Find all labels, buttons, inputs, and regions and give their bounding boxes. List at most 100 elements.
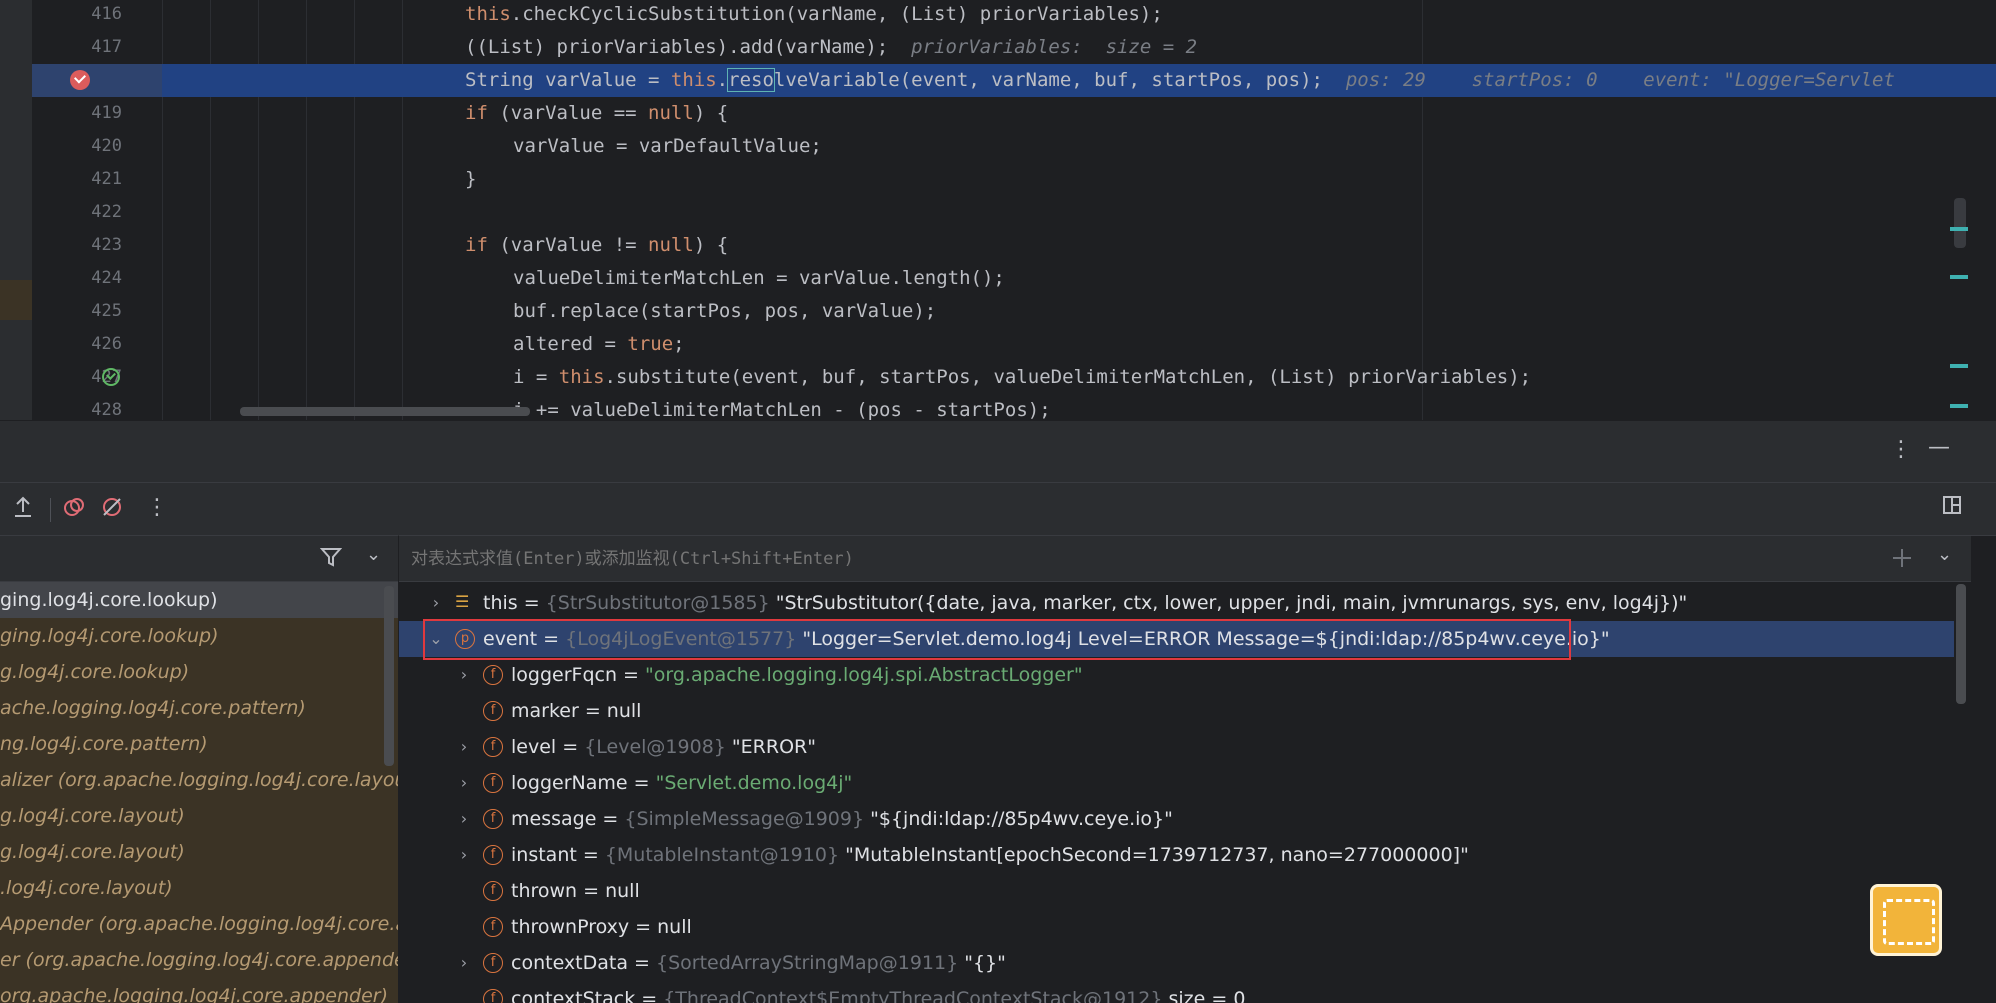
expand-arrow-icon[interactable]: › [457, 729, 471, 765]
code-keyword: this [670, 69, 717, 91]
code-area[interactable]: this.checkCyclicSubstitution(varName, (L… [162, 0, 1996, 420]
expand-arrow-icon[interactable]: › [457, 765, 471, 801]
expand-arrow-icon[interactable]: › [457, 657, 471, 693]
evaluate-expression-input[interactable] [409, 536, 1813, 583]
gutter-line[interactable]: 427 [32, 361, 162, 394]
filter-icon[interactable] [319, 546, 343, 572]
chevron-down-icon[interactable]: ⌄ [1937, 544, 1952, 565]
code-line[interactable]: buf.replace(startPos, pos, varValue); [162, 295, 1996, 328]
stack-frame-item[interactable]: ging.log4j.core.lookup) [0, 582, 398, 618]
code-line[interactable]: this.checkCyclicSubstitution(varName, (L… [162, 0, 1996, 31]
stack-frame-item[interactable]: ging.log4j.core.lookup) [0, 618, 398, 654]
code-line[interactable]: if (varValue == null) { [162, 97, 1996, 130]
stack-frame-label: org.apache.logging.log4j.core.appender) [0, 985, 388, 1003]
stack-frame-item[interactable]: g.log4j.core.lookup) [0, 654, 398, 690]
code-line[interactable]: if (varValue != null) { [162, 229, 1996, 262]
code-keyword: this [465, 3, 511, 25]
variable-row[interactable]: f thrownProxy = null [399, 909, 1954, 945]
variable-row[interactable]: › f instant = {MutableInstant@1910} "Mutab… [399, 837, 1954, 873]
variable-row[interactable]: › f level = {Level@1908} "ERROR" [399, 729, 1954, 765]
gutter-line[interactable]: 416 [32, 0, 162, 31]
code-editor[interactable]: 416 417 419 420 421 422 423 424 425 426 427 428 thi… [0, 0, 1996, 420]
code-line[interactable]: } [162, 163, 1996, 196]
panel-options-icon[interactable]: ⋮ [1890, 437, 1912, 462]
variable-row[interactable]: f marker = null [399, 693, 1954, 729]
breakpoint-icon[interactable] [70, 70, 90, 90]
variable-row[interactable]: › f message = {SimpleMessage@1909} "${jndi… [399, 801, 1954, 837]
code-line[interactable]: i = this.substitute(event, buf, startPos… [162, 361, 1996, 394]
variable-row[interactable]: › ☰ this = {StrSubstitutor@1585} "StrSubst… [399, 585, 1954, 621]
current-execution-line[interactable]: String varValue = this.resolveVariable(e… [162, 64, 1996, 97]
change-marker[interactable] [1950, 275, 1968, 279]
line-number-gutter[interactable]: 416 417 419 420 421 422 423 424 425 426 427 428 [32, 0, 162, 420]
variable-type: {Level@1908} [584, 736, 726, 758]
code-token: String varValue = [465, 69, 671, 91]
gutter-line[interactable]: 421 [32, 163, 162, 196]
left-strip-highlight [0, 280, 32, 320]
code-line[interactable]: altered = true; [162, 328, 1996, 361]
gutter-line[interactable]: 424 [32, 262, 162, 295]
variable-row[interactable]: f contextStack = {ThreadContext$EmptyThre… [399, 981, 1954, 1003]
export-icon[interactable] [12, 495, 34, 525]
stack-frame-item[interactable]: g.log4j.core.layout) [0, 834, 398, 870]
expand-arrow-icon[interactable]: › [429, 585, 443, 621]
stack-frame-label: ging.log4j.core.lookup) [0, 589, 218, 611]
code-line[interactable] [162, 196, 1996, 229]
variable-row[interactable]: › f loggerName = "Servlet.demo.log4j" [399, 765, 1954, 801]
stack-frame-item[interactable]: org.apache.logging.log4j.core.appender) [0, 978, 398, 1003]
variable-row[interactable]: ⌄ p event = {Log4jLogEvent@1577} "Logger=S… [399, 621, 1954, 657]
variable-row[interactable]: › f loggerFqcn = "org.apache.logging.log4j… [399, 657, 1954, 693]
equals-sign: = [617, 664, 646, 686]
code-token: buf.replace(startPos, pos, varValue); [513, 300, 937, 322]
stack-frame-item[interactable]: g.log4j.core.layout) [0, 798, 398, 834]
chevron-down-icon[interactable]: ⌄ [366, 544, 381, 565]
gutter-line[interactable] [32, 64, 162, 97]
code-line[interactable]: ((List) priorVariables).add(varName); pr… [162, 31, 1996, 64]
equals-sign: = [629, 916, 658, 938]
variable-row[interactable]: › f contextData = {SortedArrayStringMap@19… [399, 945, 1954, 981]
stack-frame-label: g.log4j.core.layout) [0, 841, 185, 863]
change-marker[interactable] [1950, 404, 1968, 408]
equals-sign: = [577, 880, 606, 902]
line-number: 428 [91, 400, 122, 420]
change-marker[interactable] [1950, 364, 1968, 368]
stack-frame-label: g.log4j.core.layout) [0, 805, 185, 827]
gutter-line[interactable]: 425 [32, 295, 162, 328]
editor-vertical-scrollbar[interactable] [1954, 198, 1966, 248]
stack-frame-label: ache.logging.log4j.core.pattern) [0, 697, 306, 719]
editor-horizontal-scrollbar[interactable] [240, 407, 530, 416]
layout-icon[interactable] [1942, 495, 1962, 521]
stack-frame-item[interactable]: alizer (org.apache.logging.log4j.core.la… [0, 762, 398, 798]
variable-row[interactable]: f thrown = null [399, 873, 1954, 909]
gutter-line[interactable]: 423 [32, 229, 162, 262]
stack-frame-item[interactable]: Appender (org.apache.logging.log4j.core.… [0, 906, 398, 942]
code-line[interactable]: valueDelimiterMatchLen = varValue.length… [162, 262, 1996, 295]
gutter-line[interactable]: 420 [32, 130, 162, 163]
line-number: 424 [91, 268, 122, 288]
run-to-line-icon[interactable] [102, 368, 120, 386]
parameter-icon: p [455, 629, 475, 649]
more-icon[interactable]: ⋮ [146, 495, 168, 520]
gutter-line[interactable]: 428 [32, 394, 162, 420]
stack-frame-item[interactable]: ache.logging.log4j.core.pattern) [0, 690, 398, 726]
view-breakpoints-icon[interactable] [62, 495, 86, 525]
stack-frame-item[interactable]: er (org.apache.logging.log4j.core.append… [0, 942, 398, 978]
expand-arrow-icon[interactable]: › [457, 801, 471, 837]
variables-scrollbar[interactable] [1956, 584, 1966, 704]
panel-minimize-icon[interactable]: — [1928, 435, 1950, 460]
code-line[interactable]: varValue = varDefaultValue; [162, 130, 1996, 163]
gutter-line[interactable]: 422 [32, 196, 162, 229]
collapse-arrow-icon[interactable]: ⌄ [429, 621, 443, 657]
expand-arrow-icon[interactable]: › [457, 945, 471, 981]
expand-arrow-icon[interactable]: › [457, 837, 471, 873]
add-watch-icon[interactable] [1889, 546, 1915, 574]
change-marker[interactable] [1950, 227, 1968, 231]
gutter-line[interactable]: 419 [32, 97, 162, 130]
gutter-line[interactable]: 426 [32, 328, 162, 361]
stack-frame-item[interactable]: ng.log4j.core.pattern) [0, 726, 398, 762]
mute-breakpoints-icon[interactable] [100, 495, 124, 525]
code-token: ; [673, 333, 685, 355]
stack-frame-item[interactable]: .log4j.core.layout) [0, 870, 398, 906]
frames-scrollbar[interactable] [384, 586, 394, 766]
gutter-line[interactable]: 417 [32, 31, 162, 64]
